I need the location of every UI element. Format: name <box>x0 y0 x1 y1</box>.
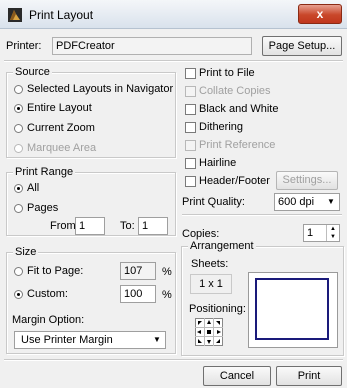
margin-option-select[interactable]: Use Printer Margin ▼ <box>14 331 166 349</box>
source-marquee-area-radio <box>14 144 23 153</box>
positioning-grid[interactable] <box>195 318 223 346</box>
copies-label: Copies: <box>182 228 220 240</box>
header-footer-label: Header/Footer <box>199 175 270 187</box>
header-footer-checkbox[interactable] <box>185 176 196 187</box>
print-quality-select[interactable]: 600 dpi ▼ <box>274 193 340 211</box>
positioning-label: Positioning: <box>189 303 246 315</box>
margin-option-label: Margin Option: <box>12 314 85 326</box>
print-range-pages-label: Pages <box>27 202 59 214</box>
dithering-checkbox[interactable] <box>185 122 196 133</box>
title-bar: Print Layout x <box>0 0 347 29</box>
size-group-title: Size <box>13 246 39 258</box>
to-page-input[interactable]: 1 <box>138 217 168 235</box>
copies-spinner[interactable]: ▲ ▼ <box>326 225 339 241</box>
hairline-label: Hairline <box>199 157 237 169</box>
to-label: To: <box>120 220 135 232</box>
sheets-value: 1 x 1 <box>190 274 232 294</box>
black-and-white-checkbox[interactable] <box>185 104 196 115</box>
app-logo-icon <box>8 8 22 22</box>
window-title: Print Layout <box>29 8 94 22</box>
black-and-white-label: Black and White <box>199 103 279 115</box>
print-range-pages-radio[interactable] <box>14 204 23 213</box>
print-layout-dialog: Print Layout x Printer: PDFCreator Page … <box>0 0 347 388</box>
print-reference-checkbox <box>185 140 196 151</box>
collate-copies-label: Collate Copies <box>199 85 271 97</box>
source-selected-layouts-radio[interactable] <box>14 85 23 94</box>
cancel-button[interactable]: Cancel <box>203 366 271 386</box>
page-setup-button[interactable]: Page Setup... <box>262 36 342 56</box>
close-button[interactable]: x <box>298 4 342 24</box>
chevron-down-icon: ▼ <box>153 335 161 344</box>
fit-to-page-label: Fit to Page: <box>27 265 84 277</box>
printer-name-field: PDFCreator <box>52 37 252 55</box>
print-to-file-label: Print to File <box>199 67 255 79</box>
source-entire-layout-radio[interactable] <box>14 104 23 113</box>
copies-value: 1 <box>307 227 314 239</box>
fit-to-page-value: 107 <box>120 262 156 280</box>
print-reference-label: Print Reference <box>199 139 276 151</box>
fit-to-page-radio[interactable] <box>14 267 23 276</box>
source-selected-layouts-label: Selected Layouts in Navigator <box>27 83 174 95</box>
page-preview-sheet <box>255 278 329 340</box>
source-current-zoom-label: Current Zoom <box>27 122 95 134</box>
print-quality-label: Print Quality: <box>182 196 245 208</box>
settings-button: Settings... <box>276 171 338 190</box>
print-range-all-radio[interactable] <box>14 184 23 193</box>
print-button[interactable]: Print <box>276 366 342 386</box>
printer-label: Printer: <box>6 40 42 52</box>
header-divider <box>4 60 343 62</box>
source-group-title: Source <box>13 66 52 78</box>
source-entire-layout-label: Entire Layout <box>27 102 92 114</box>
hairline-checkbox[interactable] <box>185 158 196 169</box>
print-range-group-title: Print Range <box>13 166 76 178</box>
from-page-input[interactable]: 1 <box>75 217 105 235</box>
fit-percent-label: % <box>162 266 172 278</box>
dithering-label: Dithering <box>199 121 244 133</box>
arrangement-group-title: Arrangement <box>188 240 256 252</box>
print-range-all-label: All <box>27 182 40 194</box>
custom-percent-label: % <box>162 289 172 301</box>
source-current-zoom-radio[interactable] <box>14 124 23 133</box>
footer-divider <box>4 359 343 361</box>
options-divider <box>182 214 342 216</box>
custom-size-radio[interactable] <box>14 290 23 299</box>
copies-input[interactable]: 1 ▲ ▼ <box>303 224 340 242</box>
collate-copies-checkbox <box>185 86 196 97</box>
custom-size-input[interactable]: 100 <box>120 285 156 303</box>
margin-option-value: Use Printer Margin <box>21 334 113 346</box>
page-preview <box>248 272 338 348</box>
print-to-file-checkbox[interactable] <box>185 68 196 79</box>
source-marquee-area-label: Marquee Area <box>27 142 97 154</box>
print-quality-value: 600 dpi <box>278 196 315 208</box>
chevron-down-icon: ▼ <box>327 197 335 206</box>
custom-size-label: Custom: <box>27 288 68 300</box>
sheets-label: Sheets: <box>191 258 229 270</box>
